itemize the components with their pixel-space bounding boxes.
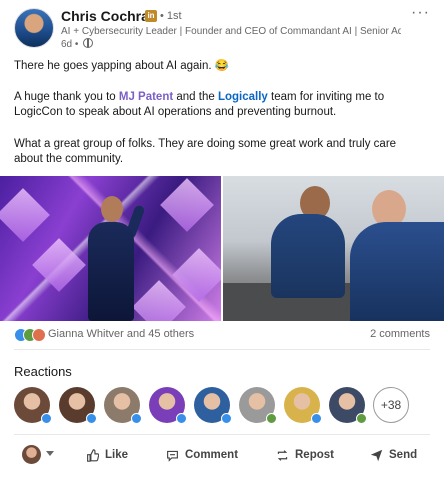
meeting-person-body xyxy=(271,214,345,298)
reaction-badge-icon xyxy=(356,413,367,424)
stage-diamond xyxy=(32,238,86,292)
author-headline: AI + Cybersecurity Leader | Founder and … xyxy=(61,26,401,37)
reaction-badge-icon xyxy=(266,413,277,424)
love-reaction-icon xyxy=(32,328,46,342)
action-bar: Like Comment Repost Send xyxy=(0,442,444,468)
globe-icon xyxy=(83,38,94,48)
comment-icon xyxy=(167,450,178,462)
comment-button[interactable]: Comment xyxy=(166,442,238,468)
mention-logically[interactable]: Logically xyxy=(218,91,268,103)
comment-label: Comment xyxy=(185,449,239,461)
post-text-paragraph2: A huge thank you to MJ Patent and the Lo… xyxy=(14,90,424,120)
post-text-paragraph3: What a great group of folks. They are do… xyxy=(14,138,397,165)
author-name[interactable]: Chris Cochran xyxy=(61,8,157,24)
send-button[interactable]: Send xyxy=(370,442,417,468)
stage-diamond xyxy=(0,188,50,242)
post-text2a: A huge thank you to xyxy=(14,91,119,103)
reaction-badge-icon xyxy=(41,413,52,424)
repost-icon xyxy=(277,449,288,461)
connection-degree: • 1st xyxy=(160,10,182,22)
divider xyxy=(14,349,430,350)
thumbs-up-icon xyxy=(87,448,99,462)
repost-label: Repost xyxy=(295,449,334,461)
like-label: Like xyxy=(105,449,129,461)
reaction-badge-icon xyxy=(221,413,232,424)
reaction-badge-icon xyxy=(176,413,187,424)
like-button[interactable]: Like xyxy=(86,442,128,468)
stage-diamond xyxy=(172,248,221,302)
more-reactors-button[interactable]: +38 xyxy=(373,387,409,423)
speaker-figure-head xyxy=(101,196,123,222)
reactors-count[interactable]: Gianna Whitver and 45 others xyxy=(48,328,194,340)
reaction-badge-icon xyxy=(311,413,322,424)
speaker-figure-body xyxy=(88,222,134,321)
meeting-person-body xyxy=(350,222,444,321)
chevron-down-icon[interactable] xyxy=(46,451,54,456)
post-text1: There he goes yapping about AI again. 😂 xyxy=(14,60,230,72)
reaction-badge-icon xyxy=(131,413,142,424)
author-avatar[interactable] xyxy=(14,8,54,48)
stage-diamond xyxy=(132,280,186,321)
more-options-icon[interactable]: ··· xyxy=(411,4,430,22)
stage-diamond xyxy=(160,178,214,232)
comments-count[interactable]: 2 comments xyxy=(370,328,430,340)
actor-avatar[interactable] xyxy=(22,445,41,464)
repost-button[interactable]: Repost xyxy=(276,442,334,468)
reaction-badge-icon xyxy=(86,413,97,424)
send-label: Send xyxy=(389,449,418,461)
post-text-line1: There he goes yapping about AI again. 😂 xyxy=(14,59,229,74)
post-text2b: and the xyxy=(173,91,218,103)
linkedin-premium-icon: in xyxy=(145,10,157,22)
post-card: Chris Cochran in • 1st AI + Cybersecurit… xyxy=(0,0,444,478)
post-time: 6d • xyxy=(61,38,94,50)
divider xyxy=(14,434,430,435)
send-icon xyxy=(370,449,383,461)
mention-mj-patent[interactable]: MJ Patent xyxy=(119,91,173,103)
reactions-heading: Reactions xyxy=(14,364,72,379)
post-age: 6d • xyxy=(61,39,79,50)
